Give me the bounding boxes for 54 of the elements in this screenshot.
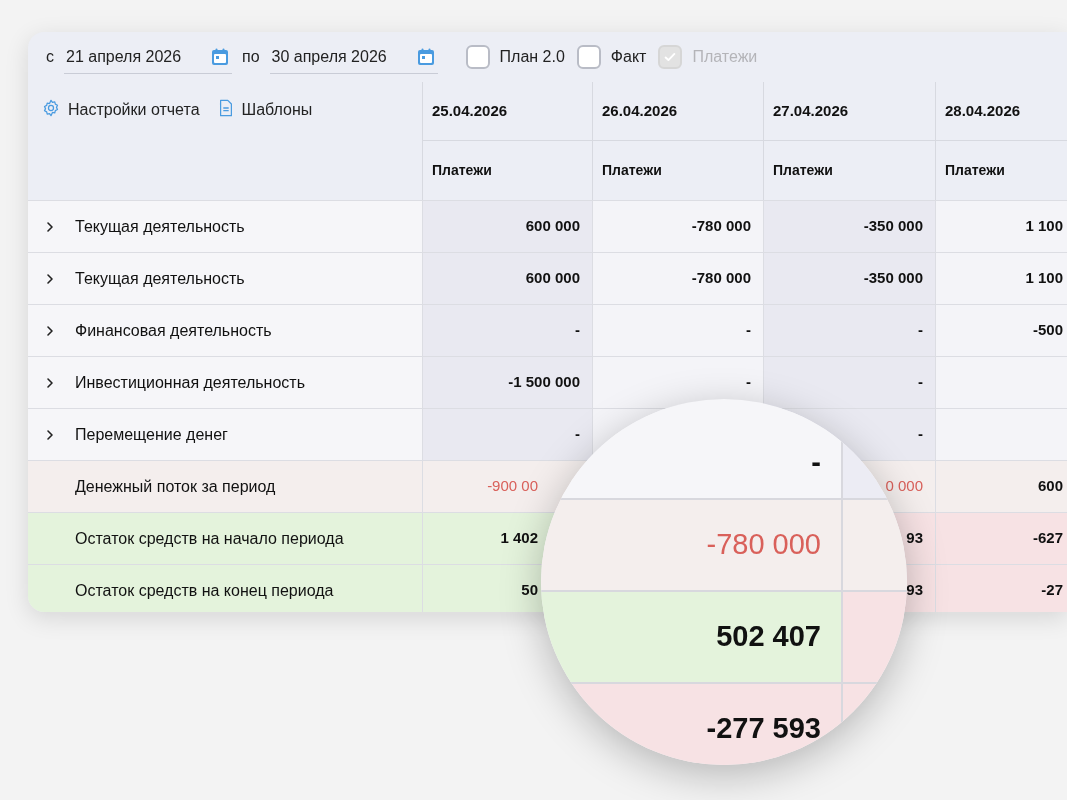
table-cell: 1 100 [935, 200, 1067, 252]
chevron-icon[interactable] [44, 324, 56, 337]
settings-icon[interactable] [42, 99, 60, 117]
table-cell: 1 100 [935, 252, 1067, 304]
table-cell: 600 [935, 460, 1067, 512]
table-cell: -350 000 [763, 252, 935, 304]
column-subheader: Платежи [763, 140, 935, 200]
column-subheader: Платежи [592, 140, 763, 200]
templates-link[interactable]: Шаблоны [241, 98, 313, 122]
table-cell: -627 [935, 512, 1067, 564]
table-cell: - [422, 304, 592, 356]
column-subheader: Платежи [935, 140, 1067, 200]
row-label: Инвестиционная деятельность [75, 372, 305, 393]
document-icon[interactable] [217, 99, 234, 117]
table-cell: - [592, 304, 763, 356]
table-cell: -780 000 [592, 252, 763, 304]
row-label: Остаток средств на начало периода [75, 528, 344, 549]
date-field[interactable]: 30 апреля 2026 [269, 40, 438, 74]
row-label: Текущая деятельность [75, 268, 245, 289]
table-cell: -27 [935, 564, 1067, 612]
chevron-icon[interactable] [44, 428, 56, 441]
row-label: Остаток средств на конец периода [75, 580, 334, 601]
calendar-icon[interactable] [210, 46, 230, 67]
magnified-cell: -780 000 [541, 500, 841, 590]
table-cell: - [592, 356, 763, 408]
row-label: Денежный поток за период [75, 476, 276, 497]
table-cell: -1 500 000 [422, 356, 592, 408]
table-cell: - [763, 356, 935, 408]
check-icon [663, 50, 678, 64]
table-cell: -500 [935, 304, 1067, 356]
checkbox-label[interactable]: Факт [610, 45, 647, 69]
table-cell: - [763, 304, 935, 356]
row-label: Перемещение денег [75, 424, 228, 445]
date-label: по [242, 47, 260, 67]
date-field[interactable]: 21 апреля 2026 [64, 40, 232, 74]
checkbox[interactable] [576, 45, 601, 69]
row-label: Финансовая деятельность [75, 320, 272, 341]
magnified-cell: 502 407 [541, 592, 841, 682]
column-subheader: Платежи [422, 140, 592, 200]
table-cell: 600 000 [422, 252, 592, 304]
calendar-icon[interactable] [415, 46, 436, 67]
table-cell: 600 000 [422, 200, 592, 252]
table-cell: -350 000 [763, 200, 935, 252]
checkbox[interactable] [465, 45, 490, 69]
date-label: с [46, 47, 54, 67]
chevron-icon[interactable] [44, 272, 56, 285]
report-settings-link[interactable]: Настройки отчета [68, 98, 200, 122]
column-header: 28.04.2026 [935, 82, 1067, 140]
chevron-icon[interactable] [44, 376, 56, 389]
chevron-icon[interactable] [44, 220, 56, 233]
row-label: Текущая деятельность [75, 216, 245, 237]
table-cell: - [422, 408, 592, 460]
checkbox-label[interactable]: План 2.0 [499, 45, 565, 69]
table-cell: -780 000 [592, 200, 763, 252]
